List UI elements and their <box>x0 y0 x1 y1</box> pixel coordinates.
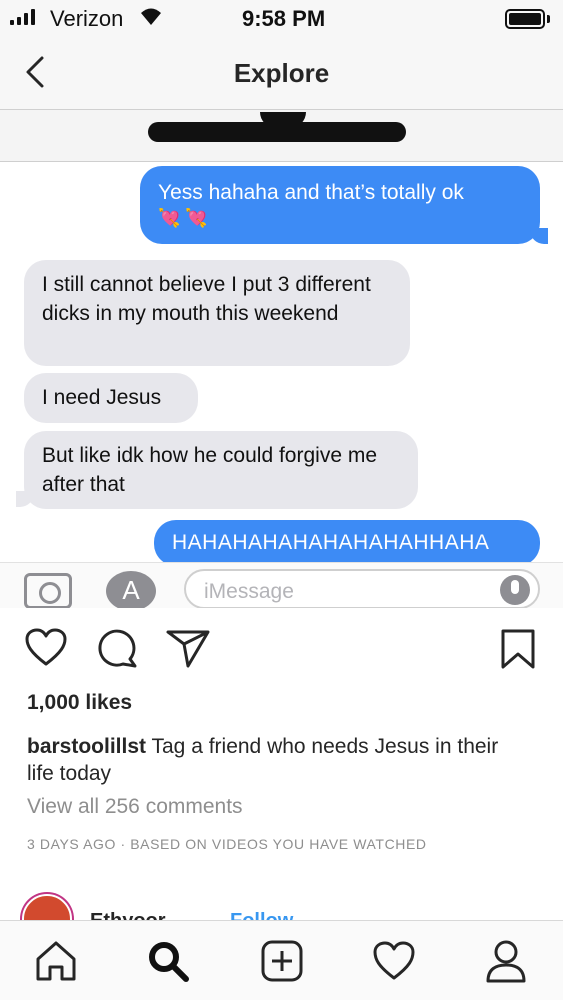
nav-header: Explore <box>0 38 563 110</box>
message-bubble-received: But like idk how he could forgive me aft… <box>24 431 418 509</box>
next-post-header: Ethyoor Follow <box>0 880 563 920</box>
comment-icon[interactable] <box>97 628 139 668</box>
app-store-icon: A <box>106 571 156 608</box>
next-post-username[interactable]: Ethyoor <box>90 910 166 920</box>
clock: 9:58 PM <box>242 6 326 31</box>
bubble-tail <box>530 228 548 244</box>
battery-icon <box>505 9 545 29</box>
search-icon[interactable] <box>146 939 190 983</box>
likes-count[interactable]: 1,000 likes <box>27 691 132 715</box>
post-meta: 3 DAYS AGO · BASED ON VIDEOS YOU HAVE WA… <box>27 836 427 852</box>
message-bubble-sent: HAHAHAHAHAHAHAHAHHAHA <box>154 520 540 566</box>
status-bar: Verizon 9:58 PM <box>0 0 563 38</box>
post-actions <box>0 610 563 680</box>
camera-icon <box>24 573 72 608</box>
redaction-bar <box>148 122 406 142</box>
post-image[interactable]: Yess hahaha and that’s totally ok 💘 💘 I … <box>0 110 563 608</box>
activity-heart-icon[interactable] <box>372 939 416 983</box>
view-comments-link[interactable]: View all 256 comments <box>27 795 243 819</box>
imessage-compose-bar: A iMessage <box>0 562 563 608</box>
tab-bar <box>0 920 563 1000</box>
carrier-name: Verizon <box>50 6 124 31</box>
imessage-field: iMessage <box>184 569 540 608</box>
message-text: Yess hahaha and that’s totally ok <box>158 181 464 204</box>
bubble-tail <box>16 491 34 507</box>
message-bubble-sent: Yess hahaha and that’s totally ok 💘 💘 <box>140 166 540 244</box>
imessage-placeholder: iMessage <box>204 580 294 603</box>
conversation-header <box>0 110 563 162</box>
heart-icon[interactable] <box>25 628 67 668</box>
bookmark-icon[interactable] <box>500 628 536 670</box>
microphone-icon <box>500 575 530 605</box>
heart-emoji: 💘 💘 <box>158 208 208 228</box>
share-icon[interactable] <box>166 628 210 668</box>
new-post-icon[interactable] <box>260 939 304 983</box>
page-title: Explore <box>233 58 330 88</box>
home-icon[interactable] <box>34 939 78 983</box>
signal-icon <box>10 9 35 25</box>
post-caption: barstoolillst Tag a friend who needs Jes… <box>27 733 527 787</box>
message-bubble-received: I still cannot believe I put 3 different… <box>24 260 410 366</box>
follow-button[interactable]: Follow <box>230 910 293 920</box>
wifi-icon <box>141 8 161 25</box>
battery-tip <box>547 15 550 23</box>
profile-icon[interactable] <box>484 939 528 983</box>
message-bubble-received: I need Jesus <box>24 373 198 423</box>
caption-username[interactable]: barstoolillst <box>27 735 146 758</box>
avatar[interactable] <box>22 894 72 920</box>
